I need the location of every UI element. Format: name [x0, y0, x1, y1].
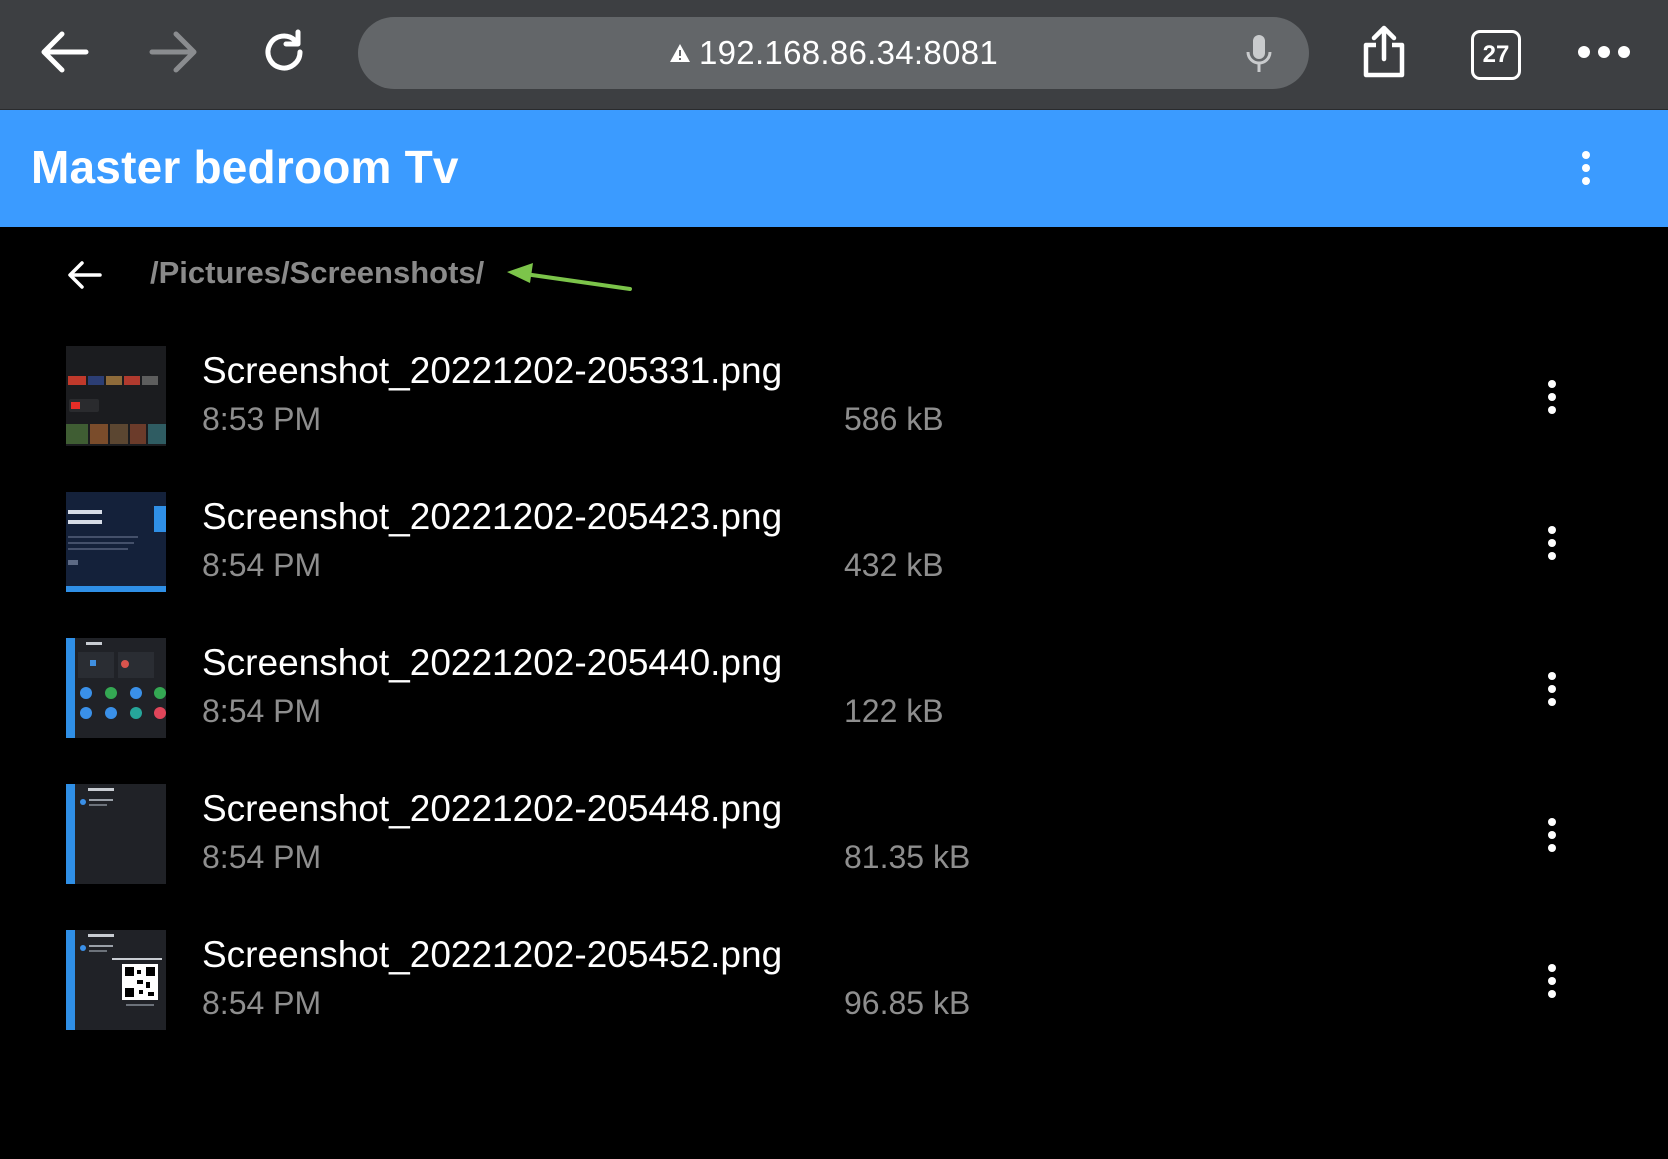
file-size: 122 kB: [844, 693, 944, 729]
file-size: 432 kB: [844, 547, 944, 583]
file-thumbnail: [66, 784, 166, 884]
url-text: 192.168.86.34:8081: [698, 34, 999, 71]
file-name: Screenshot_20221202-205440.png: [202, 642, 783, 683]
list-item[interactable]: Screenshot_20221202-205331.png 8:53 PM 5…: [0, 346, 1668, 492]
file-size: 81.35 kB: [844, 839, 971, 875]
browser-toolbar: 192.168.86.34:8081 27: [0, 0, 1668, 110]
file-menu-icon[interactable]: [1532, 372, 1572, 422]
list-item[interactable]: Screenshot_20221202-205423.png 8:54 PM 4…: [0, 492, 1668, 638]
breadcrumb: /Pictures/Screenshots/: [150, 255, 485, 290]
file-size: 586 kB: [844, 401, 944, 437]
file-name: Screenshot_20221202-205423.png: [202, 496, 783, 537]
overflow-menu-icon[interactable]: [1566, 140, 1606, 196]
list-item[interactable]: Screenshot_20221202-205448.png 8:54 PM 8…: [0, 784, 1668, 930]
app-header: Master bedroom Tv: [0, 110, 1668, 227]
file-time: 8:54 PM: [202, 693, 322, 729]
file-thumbnail: [66, 930, 166, 1030]
file-name: Screenshot_20221202-205448.png: [202, 788, 783, 829]
back-arrow-icon[interactable]: [34, 22, 94, 82]
parent-folder-back-icon[interactable]: [62, 252, 108, 298]
file-name: Screenshot_20221202-205331.png: [202, 350, 783, 391]
file-menu-icon[interactable]: [1532, 664, 1572, 714]
reload-icon[interactable]: [254, 22, 314, 82]
forward-arrow-icon[interactable]: [144, 22, 204, 82]
share-icon[interactable]: [1354, 22, 1414, 82]
file-menu-icon[interactable]: [1532, 810, 1572, 860]
file-name: Screenshot_20221202-205452.png: [202, 934, 783, 975]
file-menu-icon[interactable]: [1532, 956, 1572, 1006]
file-time: 8:54 PM: [202, 839, 322, 875]
file-thumbnail: [66, 638, 166, 738]
list-item[interactable]: Screenshot_20221202-205440.png 8:54 PM 1…: [0, 638, 1668, 784]
file-menu-icon[interactable]: [1532, 518, 1572, 568]
file-time: 8:54 PM: [202, 985, 322, 1021]
list-item[interactable]: Screenshot_20221202-205452.png 8:54 PM 9…: [0, 930, 1668, 1076]
file-time: 8:54 PM: [202, 547, 322, 583]
file-thumbnail: [66, 346, 166, 446]
file-size: 96.85 kB: [844, 985, 971, 1021]
file-thumbnail: [66, 492, 166, 592]
microphone-icon[interactable]: [1245, 33, 1273, 80]
address-bar[interactable]: 192.168.86.34:8081: [358, 17, 1309, 89]
page-title: Master bedroom Tv: [31, 141, 459, 193]
tabs-icon[interactable]: 27: [1471, 30, 1521, 80]
more-icon[interactable]: [1574, 22, 1634, 82]
annotation-arrow-icon: [505, 262, 635, 301]
file-time: 8:53 PM: [202, 401, 322, 437]
warning-icon: [669, 43, 691, 63]
